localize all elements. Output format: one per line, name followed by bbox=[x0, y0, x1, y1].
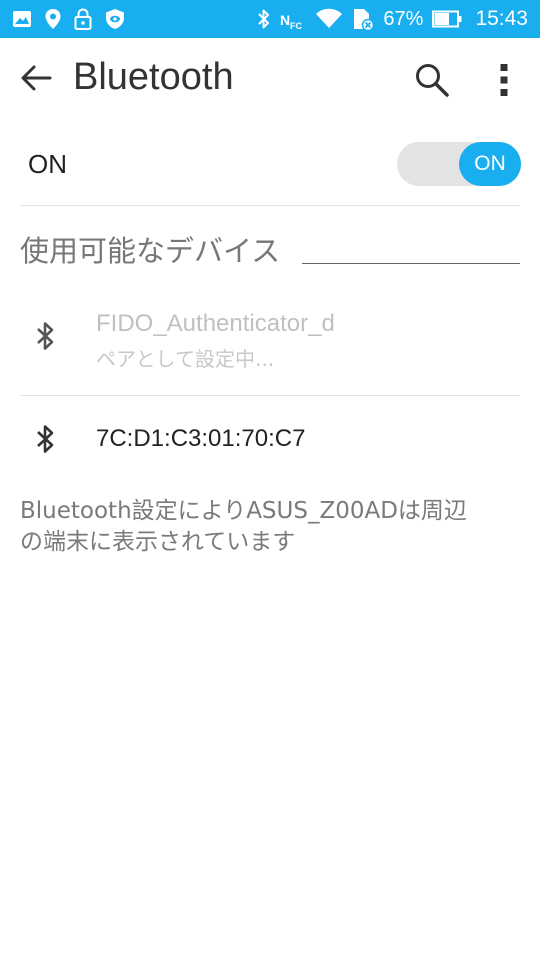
info-line-1: Bluetooth設定によりASUS_Z00ADは周辺 bbox=[20, 498, 467, 524]
section-divider bbox=[302, 263, 520, 264]
image-icon bbox=[12, 10, 32, 28]
info-line-2: の端末に表示されています bbox=[20, 529, 296, 555]
section-title: 使用可能なデバイス bbox=[20, 234, 281, 268]
switch-state-label: ON bbox=[474, 152, 506, 175]
available-devices-header: 使用可能なデバイス bbox=[20, 228, 520, 268]
lock-icon bbox=[74, 8, 92, 30]
sim-icon bbox=[352, 7, 375, 31]
battery-percent: 67% bbox=[383, 7, 424, 30]
device-list-item[interactable]: 7C:D1:C3:01:70:C7 bbox=[20, 398, 520, 480]
wifi-icon bbox=[315, 8, 343, 30]
clock: 15:43 bbox=[475, 7, 528, 30]
bluetooth-status-icon bbox=[257, 8, 271, 30]
page-title: Bluetooth bbox=[73, 56, 234, 98]
search-icon bbox=[414, 62, 450, 102]
device-name: FIDO_Authenticator_d bbox=[96, 310, 335, 337]
bluetooth-switch[interactable]: ON bbox=[397, 142, 521, 186]
device-status: ペアとして設定中... bbox=[96, 347, 275, 371]
app-bar: Bluetooth bbox=[0, 38, 540, 124]
back-button[interactable] bbox=[16, 60, 56, 100]
battery-icon bbox=[432, 10, 462, 28]
status-left-icons bbox=[12, 0, 126, 38]
more-options-button[interactable] bbox=[486, 60, 522, 104]
svg-text:N: N bbox=[280, 12, 290, 28]
bluetooth-icon bbox=[34, 423, 58, 455]
toggle-label: ON bbox=[28, 149, 67, 179]
status-right-icons: N FC 67% 15:43 bbox=[257, 0, 528, 38]
nfc-icon: N FC bbox=[280, 8, 306, 30]
device-name: 7C:D1:C3:01:70:C7 bbox=[96, 425, 306, 452]
device-list-item[interactable]: FIDO_Authenticator_d ペアとして設定中... bbox=[20, 296, 520, 396]
search-button[interactable] bbox=[410, 60, 454, 104]
arrow-back-icon bbox=[20, 64, 52, 96]
switch-knob: ON bbox=[459, 142, 521, 186]
visibility-info: Bluetooth設定によりASUS_Z00ADは周辺 の端末に表示されています bbox=[20, 496, 520, 558]
svg-text:FC: FC bbox=[290, 21, 302, 30]
more-vert-icon bbox=[500, 64, 508, 100]
location-icon bbox=[44, 8, 62, 30]
bluetooth-toggle-row[interactable]: ON ON bbox=[20, 124, 521, 206]
shield-icon bbox=[104, 8, 126, 30]
status-bar: N FC 67% 15:43 bbox=[0, 0, 540, 38]
bluetooth-icon bbox=[34, 320, 58, 352]
